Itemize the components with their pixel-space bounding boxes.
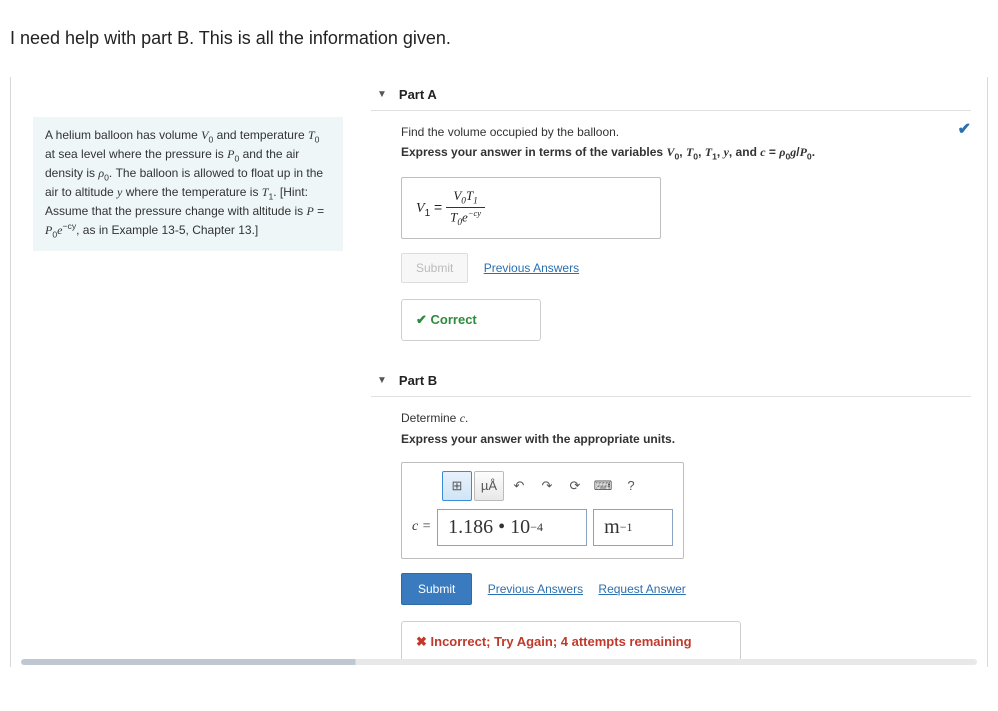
page-title: I need help with part B. This is all the… [10,28,988,49]
part-a-label: Part A [399,87,437,102]
part-a-header[interactable]: ▼ Part A [371,77,971,111]
part-b-instruction: Determine c. [401,411,971,426]
part-a-express-hint: Express your answer in terms of the vari… [401,145,971,161]
templates-button[interactable]: ⊞ [442,471,472,501]
reset-button[interactable]: ⟳ [562,471,588,501]
part-b-label: Part B [399,373,437,388]
part-b-body: Determine c. Express your answer with th… [371,397,971,667]
editor-toolbar: ⊞ µÅ ↶ ↷ ⟳ ⌨ ? [442,471,673,501]
part-a-submit-button: Submit [401,253,468,283]
part-b-header[interactable]: ▼ Part B [371,363,971,397]
part-b-feedback: Incorrect; Try Again; 4 attempts remaini… [401,621,741,663]
answer-lhs-label: c = [412,519,431,535]
help-button[interactable]: ? [618,471,644,501]
part-a-previous-answers-link[interactable]: Previous Answers [484,261,579,275]
undo-button[interactable]: ↶ [506,471,532,501]
caret-down-icon: ▼ [377,375,387,386]
problem-statement: A helium balloon has volume V0 and tempe… [33,117,343,251]
part-b-previous-answers-link[interactable]: Previous Answers [488,582,583,596]
part-a-body: ✔ Find the volume occupied by the balloo… [371,111,971,363]
answer-value-input[interactable]: 1.186 • 10−4 [437,509,587,546]
answer-input-panel: ⊞ µÅ ↶ ↷ ⟳ ⌨ ? c = 1.186 • 10−4 m−1 [401,462,684,559]
part-a-answer-denominator: T0e−cy [446,208,485,228]
answer-unit-input[interactable]: m−1 [593,509,673,546]
problem-frame: A helium balloon has volume V0 and tempe… [10,77,988,667]
redo-button[interactable]: ↷ [534,471,560,501]
horizontal-scrollbar[interactable] [21,659,977,665]
part-a-feedback: Correct [401,299,541,341]
feedback-correct-text: Correct [416,312,477,327]
part-b-submit-button[interactable]: Submit [401,573,472,605]
check-icon: ✔ [958,119,971,139]
part-b-express-hint: Express your answer with the appropriate… [401,432,971,446]
feedback-incorrect-text: Incorrect; Try Again; 4 attempts remaini… [416,634,692,649]
caret-down-icon: ▼ [377,89,387,100]
part-a-answer-display: V1 = V0T1 T0e−cy [401,177,661,239]
part-a-instruction: Find the volume occupied by the balloon. [401,125,971,139]
units-symbols-button[interactable]: µÅ [474,471,504,501]
part-a-answer-lhs: V1 = [416,199,446,215]
part-b-request-answer-link[interactable]: Request Answer [598,582,685,596]
part-a-answer-numerator: V0T1 [446,188,485,208]
keyboard-button[interactable]: ⌨ [590,471,616,501]
